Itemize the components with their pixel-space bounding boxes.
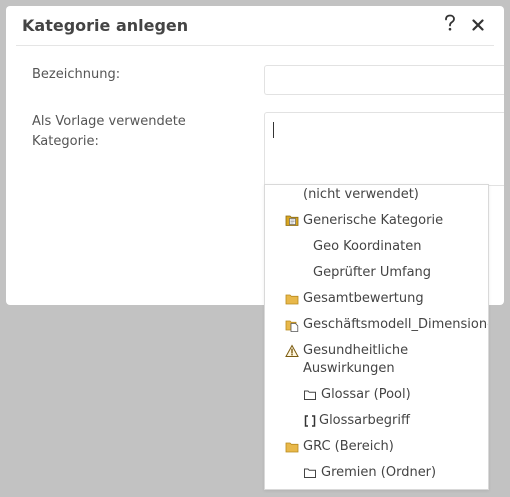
brackets-icon xyxy=(304,415,316,427)
dropdown-item-label: Geo Koordinaten xyxy=(313,239,422,254)
dropdown-item-geo-coordinates[interactable]: Geo Koordinaten xyxy=(265,237,488,257)
folder-document-icon xyxy=(285,320,299,332)
header-divider xyxy=(16,45,494,46)
template-category-label-line2: Kategorie: xyxy=(32,134,99,149)
dropdown-item-label: Generische Kategorie xyxy=(303,213,444,228)
help-button[interactable] xyxy=(440,14,460,36)
dropdown-item-health-effects[interactable]: Gesundheitliche Auswirkungen xyxy=(265,341,488,379)
dropdown-item-label: Glossar (Pool) xyxy=(321,387,411,402)
dropdown-item-overall-rating[interactable]: Gesamtbewertung xyxy=(265,289,488,309)
dialog-title: Kategorie anlegen xyxy=(22,16,189,35)
folder-outline-icon xyxy=(304,468,316,478)
dialog-header: Kategorie anlegen xyxy=(6,6,504,46)
dropdown-item-generic-category[interactable]: Generische Kategorie xyxy=(265,211,488,231)
folder-icon xyxy=(285,442,299,453)
help-icon xyxy=(445,14,455,31)
dropdown-item-glossary-term[interactable]: Glossarbegriff xyxy=(265,411,488,431)
folder-generic-icon xyxy=(285,215,299,226)
dropdown-item-label: Gesamtbewertung xyxy=(303,291,424,306)
dropdown-item-label-line2: Auswirkungen xyxy=(303,361,395,376)
category-dropdown-list[interactable]: (nicht verwendet) Generische Kategorie G… xyxy=(264,184,489,490)
folder-outline-icon xyxy=(304,390,316,400)
name-field[interactable] xyxy=(264,65,504,95)
template-category-label: Als Vorlage verwendete Kategorie: xyxy=(32,112,232,152)
name-label: Bezeichnung: xyxy=(32,67,121,82)
dropdown-item-label-line1: Gesundheitliche xyxy=(303,343,409,358)
dropdown-item-label: Gremien (Ordner) xyxy=(321,465,437,480)
dropdown-item-glossary-pool[interactable]: Glossar (Pool) xyxy=(265,385,488,405)
close-button[interactable] xyxy=(468,13,488,35)
dropdown-item-label: Geschäftsmodell_Dimensionen xyxy=(303,317,489,332)
dropdown-item-grc-area[interactable]: GRC (Bereich) xyxy=(265,437,488,457)
dropdown-item-label: Glossarbegriff xyxy=(319,413,410,428)
warning-icon xyxy=(285,344,299,357)
text-cursor xyxy=(273,122,274,138)
close-icon xyxy=(472,19,484,31)
dropdown-item-label: (nicht verwendet) xyxy=(303,187,419,202)
template-category-label-line1: Als Vorlage verwendete xyxy=(32,114,186,129)
folder-icon xyxy=(285,294,299,305)
dropdown-item-label: Geprüfter Umfang xyxy=(313,265,432,280)
dropdown-item-not-used[interactable]: (nicht verwendet) xyxy=(265,186,488,204)
dropdown-item-label: GRC (Bereich) xyxy=(303,439,394,454)
dropdown-item-checked-scope[interactable]: Geprüfter Umfang xyxy=(265,263,488,283)
dropdown-item-committees-folder[interactable]: Gremien (Ordner) xyxy=(265,463,488,483)
template-category-select[interactable] xyxy=(264,112,504,186)
dropdown-item-business-model-dimensions[interactable]: Geschäftsmodell_Dimensionen xyxy=(265,315,489,335)
